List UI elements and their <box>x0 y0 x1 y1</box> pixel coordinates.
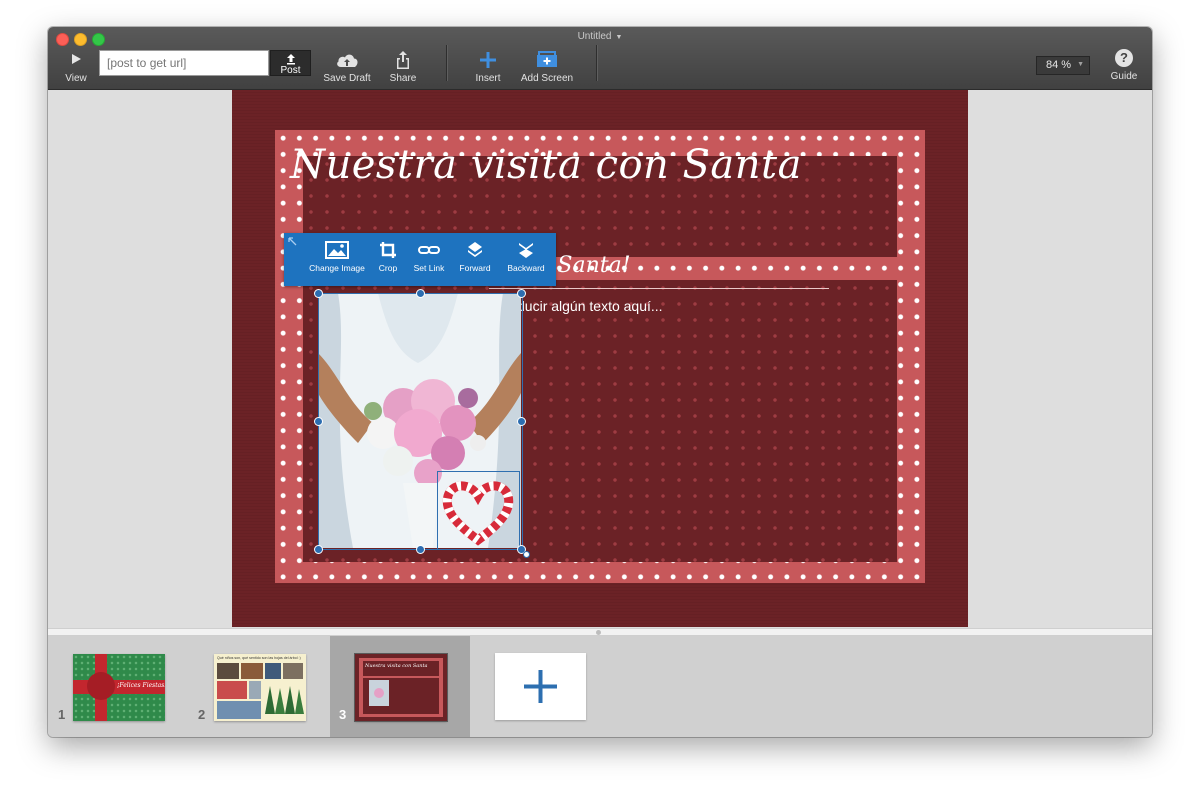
backward-button[interactable]: Backward <box>504 241 548 273</box>
guide-button[interactable]: ? Guide <box>1108 49 1140 82</box>
share-label: Share <box>389 73 417 84</box>
plus-icon <box>524 670 557 703</box>
set-link-label: Set Link <box>413 263 445 273</box>
help-icon: ? <box>1115 49 1133 67</box>
thumbnail-photo <box>369 680 389 706</box>
resize-handle-bottom-left[interactable] <box>314 545 323 554</box>
image-icon <box>325 241 349 259</box>
save-draft-button[interactable]: Save Draft <box>320 49 374 84</box>
screen-thumbnail-2[interactable]: Qué niños son, qué sentido son las hojas… <box>214 654 306 721</box>
post-label: Post <box>280 65 301 76</box>
resize-handle-right[interactable] <box>517 417 526 426</box>
insert-button[interactable]: Insert <box>470 49 506 84</box>
toolbar-divider <box>446 45 447 81</box>
forward-button[interactable]: Forward <box>457 241 493 273</box>
share-button[interactable]: Share <box>386 49 420 84</box>
thumbnail-caption: Nuestra visita con Santa <box>365 663 428 669</box>
add-screen-icon <box>537 51 557 67</box>
plus-icon <box>480 52 496 68</box>
play-icon <box>72 54 81 64</box>
rotate-handle[interactable] <box>523 551 530 558</box>
thumbnail-frame: Nuestra visita con Santa <box>359 658 443 717</box>
view-button[interactable]: View <box>62 49 90 84</box>
post-button[interactable]: Post <box>270 50 311 76</box>
toolbar: Untitled▼ View Post Save Draft Share <box>48 27 1152 90</box>
upload-arrow-icon <box>286 54 295 65</box>
photo-tile <box>249 681 261 699</box>
app-window: Untitled▼ View Post Save Draft Share <box>48 27 1152 737</box>
thumbnail-caption: Qué niños son, qué sentido son las hojas… <box>217 656 301 660</box>
link-icon <box>418 246 440 254</box>
photo-tile <box>283 663 303 679</box>
slide-title[interactable]: Nuestra visita con Santa <box>290 142 850 188</box>
bow-icon <box>87 672 115 700</box>
image-edit-toolbar: Change Image Crop Set Link Forward Backw… <box>284 233 556 286</box>
canvas-area: Nuestra visita con Santa ¡Hola Santa! In… <box>48 90 1152 628</box>
resize-handle-top[interactable] <box>416 289 425 298</box>
zoom-select[interactable]: 84 % ▼ <box>1036 56 1090 75</box>
thumbnail-number: 2 <box>198 707 206 722</box>
resize-handle-top-right[interactable] <box>517 289 526 298</box>
photo-tile <box>241 663 263 679</box>
view-label: View <box>65 73 87 84</box>
bouquet-icon <box>374 688 384 698</box>
add-screen-button[interactable]: Add Screen <box>519 49 575 84</box>
candy-cane-heart-image[interactable] <box>437 471 520 550</box>
toolbar-divider <box>596 45 597 81</box>
crop-button[interactable]: Crop <box>373 241 403 273</box>
forward-label: Forward <box>459 263 491 273</box>
cloud-upload-icon <box>337 54 358 67</box>
insert-label: Insert <box>475 73 501 84</box>
collapse-arrow-icon[interactable] <box>287 236 299 248</box>
chevron-down-icon: ▼ <box>615 34 623 41</box>
splitter-grip-icon <box>596 630 601 635</box>
url-input[interactable] <box>99 50 269 76</box>
photo-tile <box>217 701 261 719</box>
set-link-button[interactable]: Set Link <box>411 241 447 273</box>
add-screen-thumbnail-button[interactable] <box>495 653 586 720</box>
thumbnail-number: 3 <box>339 707 347 722</box>
screen-thumbnail-3[interactable]: Nuestra visita con Santa <box>354 653 448 722</box>
slide-canvas[interactable]: Nuestra visita con Santa ¡Hola Santa! In… <box>232 90 968 627</box>
window-title[interactable]: Untitled ▼ <box>48 31 1152 42</box>
thumbnail-caption: ¡Felices Fiestas! <box>117 682 165 689</box>
change-image-button[interactable]: Change Image <box>308 241 366 273</box>
christmas-trees-icon <box>265 686 304 714</box>
subheading-divider <box>489 288 829 289</box>
photo-tile <box>265 663 281 679</box>
resize-handle-bottom[interactable] <box>416 545 425 554</box>
backward-label: Backward <box>507 263 545 273</box>
backward-layer-icon <box>519 243 533 258</box>
window-title-label: Untitled <box>577 31 612 42</box>
save-draft-label: Save Draft <box>323 73 371 84</box>
share-icon <box>397 51 409 69</box>
screen-thumbnail-1[interactable]: ¡Felices Fiestas! <box>73 654 165 721</box>
crop-icon <box>380 242 396 258</box>
screen-filmstrip: 1 ¡Felices Fiestas! 2 Qué niños son, qué… <box>48 636 1152 737</box>
chevron-down-icon: ▼ <box>1077 61 1084 68</box>
resize-handle-top-left[interactable] <box>314 289 323 298</box>
thumbnail-number: 1 <box>58 707 66 722</box>
photo-tile <box>217 663 239 679</box>
change-image-label: Change Image <box>309 263 365 273</box>
photo-tile <box>217 681 247 699</box>
candy-heart-icon <box>442 481 514 546</box>
crop-label: Crop <box>378 263 398 273</box>
guide-label: Guide <box>1110 71 1138 82</box>
add-screen-label: Add Screen <box>520 73 574 84</box>
forward-layer-icon <box>468 242 482 257</box>
canvas-splitter[interactable] <box>48 628 1152 636</box>
zoom-value: 84 % <box>1046 59 1072 71</box>
resize-handle-left[interactable] <box>314 417 323 426</box>
